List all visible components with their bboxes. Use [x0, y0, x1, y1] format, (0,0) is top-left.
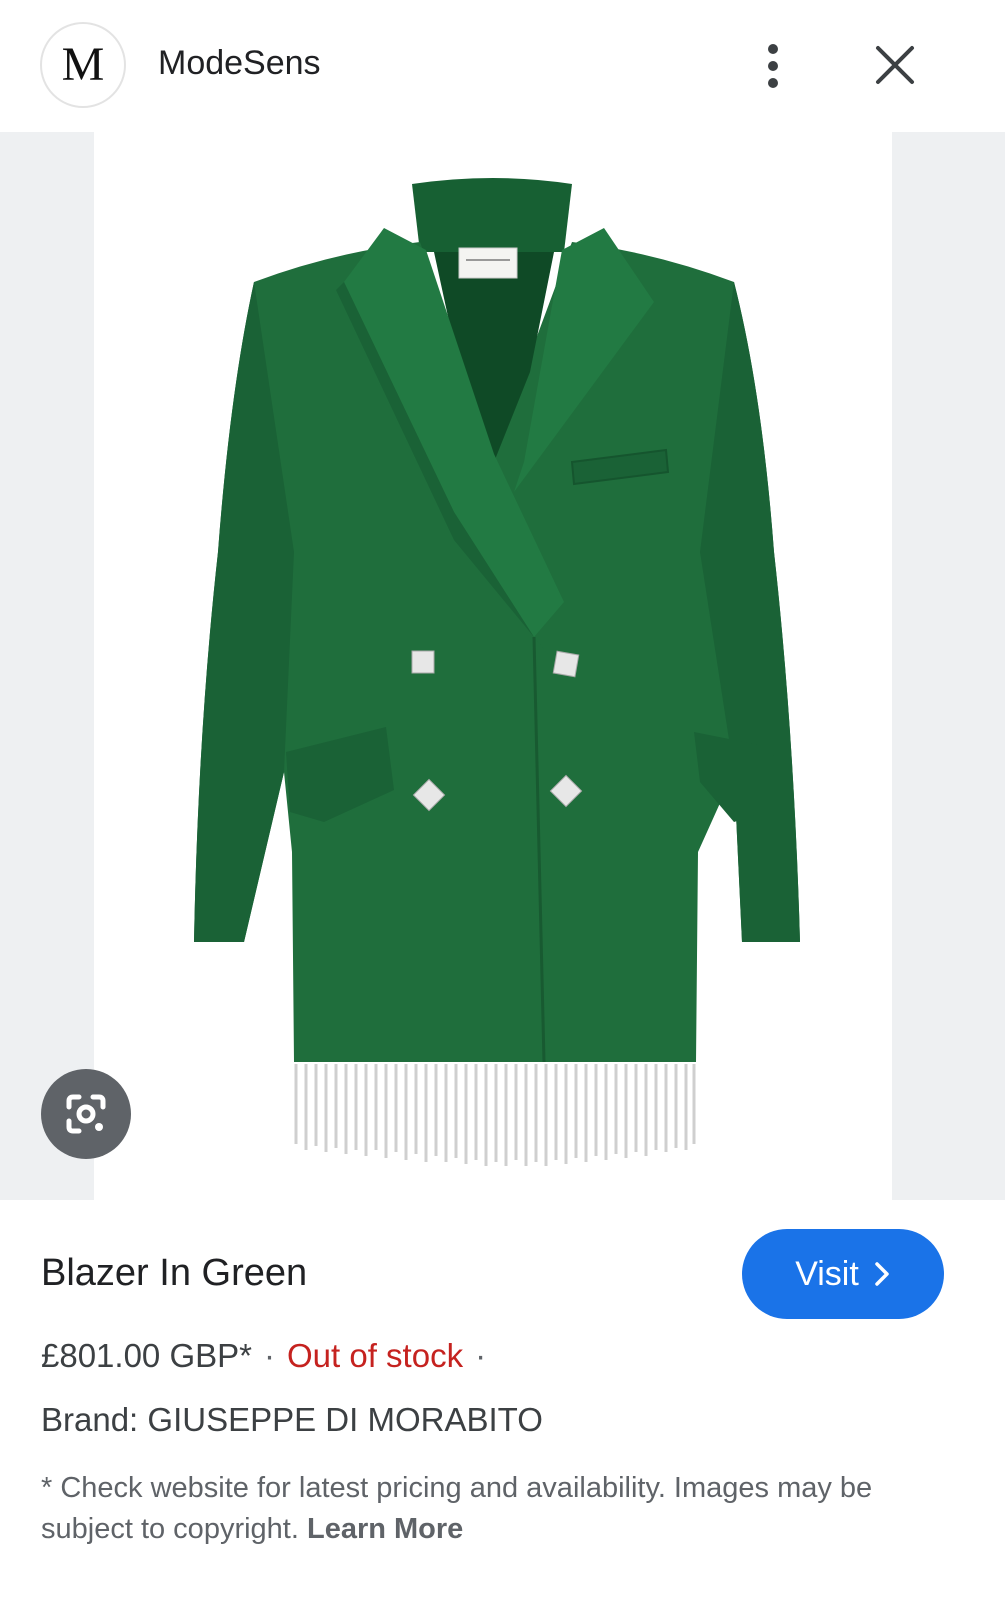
close-icon — [876, 46, 914, 84]
stock-status: Out of stock — [287, 1337, 464, 1374]
site-logo[interactable]: M — [40, 22, 126, 108]
product-image-area — [0, 132, 1005, 1200]
separator-dot: · — [264, 1337, 275, 1374]
visit-button[interactable]: Visit — [742, 1229, 944, 1319]
site-name[interactable]: ModeSens — [158, 44, 321, 83]
separator-dot-trailing: · — [475, 1337, 487, 1374]
price-line: £801.00 GBP* · Out of stock · — [41, 1337, 498, 1375]
google-lens-icon — [66, 1094, 106, 1134]
app-header: M ModeSens — [0, 0, 1005, 132]
product-image[interactable] — [94, 132, 892, 1200]
product-price: £801.00 GBP* — [41, 1337, 252, 1374]
close-button[interactable] — [868, 38, 922, 92]
visit-label: Visit — [795, 1254, 859, 1293]
disclaimer: * Check website for latest pricing and a… — [41, 1468, 941, 1550]
google-lens-button[interactable] — [41, 1069, 131, 1159]
more-options-button[interactable] — [752, 40, 794, 92]
logo-letter: M — [61, 38, 105, 91]
blazer-illustration — [194, 178, 800, 1166]
more-vert-icon — [768, 44, 778, 88]
learn-more-link[interactable]: Learn More — [307, 1513, 463, 1545]
product-title: Blazer In Green — [41, 1252, 308, 1294]
brand-line: Brand: GIUSEPPE DI MORABITO — [41, 1401, 543, 1438]
chevron-right-icon — [875, 1262, 889, 1286]
